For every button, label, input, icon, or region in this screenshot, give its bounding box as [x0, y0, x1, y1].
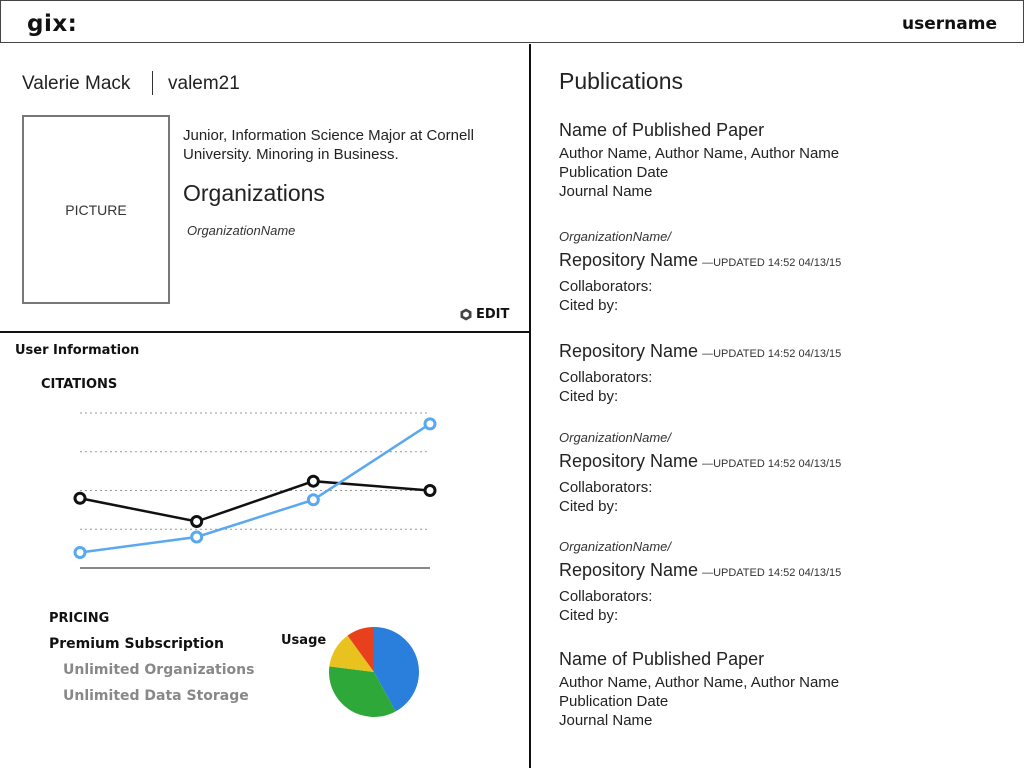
repo-collaborators: Collaborators:	[559, 369, 653, 386]
citations-line-chart	[73, 412, 437, 569]
data-point	[306, 493, 320, 507]
paper-title[interactable]: Name of Published Paper	[559, 648, 999, 670]
data-point	[306, 474, 320, 488]
organizations-heading: Organizations	[183, 180, 325, 206]
paper-journal: Journal Name	[559, 183, 653, 200]
data-point	[190, 530, 204, 544]
feature-unlimited-storage: Unlimited Data Storage	[63, 688, 249, 704]
repo-cited-by: Cited by:	[559, 607, 619, 624]
profile-picture: PICTURE	[22, 115, 170, 304]
repo-title[interactable]: Repository Name	[559, 341, 698, 361]
repo-updated: —UPDATED 14:52 04/13/15	[702, 458, 842, 470]
repo-updated: —UPDATED 14:52 04/13/15	[702, 348, 842, 360]
profile-bio: Junior, Information Science Major at Cor…	[183, 127, 474, 163]
data-point	[423, 484, 437, 497]
data-point	[73, 491, 87, 505]
profile-handle: valem21	[168, 73, 240, 94]
repo-title-row: Repository Name —UPDATED 14:52 04/13/15	[559, 249, 999, 274]
publication-repository[interactable]: OrganizationName/ Repository Name —UPDATE…	[559, 430, 999, 516]
usage-pie-chart	[329, 627, 419, 717]
repo-cited-by: Cited by:	[559, 297, 619, 314]
pricing-heading: PRICING	[49, 611, 110, 626]
repo-collaborators: Collaborators:	[559, 278, 653, 295]
publication-repository[interactable]: OrganizationName/ Repository Name —UPDATE…	[559, 539, 999, 625]
edit-profile-button[interactable]: EDIT	[460, 307, 509, 322]
repo-title[interactable]: Repository Name	[559, 250, 698, 270]
publication-paper[interactable]: Name of Published Paper Author Name, Aut…	[559, 119, 999, 201]
publications-heading: Publications	[559, 68, 684, 94]
repo-updated: —UPDATED 14:52 04/13/15	[702, 567, 842, 579]
column-divider	[529, 44, 531, 768]
repo-title[interactable]: Repository Name	[559, 451, 698, 471]
repo-cited-by: Cited by:	[559, 388, 619, 405]
repo-cited-by: Cited by:	[559, 498, 619, 515]
subscription-plan: Premium Subscription	[49, 636, 224, 652]
app-logo[interactable]: gix:	[27, 11, 77, 37]
repo-title[interactable]: Repository Name	[559, 560, 698, 580]
series-line-1	[79, 422, 431, 554]
data-point	[423, 417, 437, 431]
repo-collaborators: Collaborators:	[559, 479, 653, 496]
repo-title-row: Repository Name —UPDATED 14:52 04/13/15	[559, 340, 999, 365]
hexagon-icon	[460, 308, 472, 321]
publication-paper[interactable]: Name of Published Paper Author Name, Aut…	[559, 648, 999, 730]
repo-title-row: Repository Name —UPDATED 14:52 04/13/15	[559, 450, 999, 475]
edit-label: EDIT	[476, 307, 510, 322]
profile-name: Valerie Mack	[22, 73, 131, 94]
series-line-0	[79, 479, 431, 523]
top-bar: gix: username	[0, 0, 1024, 43]
paper-date: Publication Date	[559, 164, 669, 181]
repo-title-row: Repository Name —UPDATED 14:52 04/13/15	[559, 559, 999, 584]
section-divider	[0, 331, 530, 333]
data-point	[190, 515, 204, 528]
organization-link[interactable]: OrganizationName	[187, 223, 295, 238]
repo-organization[interactable]: OrganizationName/	[559, 229, 999, 245]
paper-authors: Author Name, Author Name, Author Name	[559, 674, 840, 691]
publication-repository[interactable]: OrganizationName/ Repository Name —UPDATE…	[559, 229, 999, 315]
usage-label: Usage	[281, 633, 327, 648]
paper-journal: Journal Name	[559, 712, 653, 729]
feature-unlimited-organizations: Unlimited Organizations	[63, 662, 255, 678]
user-information-heading: User Information	[15, 343, 140, 358]
name-separator	[152, 71, 153, 95]
citations-heading: CITATIONS	[41, 377, 118, 392]
repo-organization[interactable]: OrganizationName/	[559, 539, 999, 555]
repo-organization[interactable]: OrganizationName/	[559, 430, 999, 446]
publication-repository[interactable]: Repository Name —UPDATED 14:52 04/13/15 C…	[559, 340, 999, 406]
paper-date: Publication Date	[559, 693, 669, 710]
picture-placeholder-label: PICTURE	[65, 201, 127, 218]
data-point	[73, 546, 87, 559]
paper-authors: Author Name, Author Name, Author Name	[559, 145, 840, 162]
repo-updated: —UPDATED 14:52 04/13/15	[702, 257, 842, 269]
repo-collaborators: Collaborators:	[559, 588, 653, 605]
paper-title[interactable]: Name of Published Paper	[559, 119, 999, 141]
username-menu[interactable]: username	[902, 14, 997, 34]
